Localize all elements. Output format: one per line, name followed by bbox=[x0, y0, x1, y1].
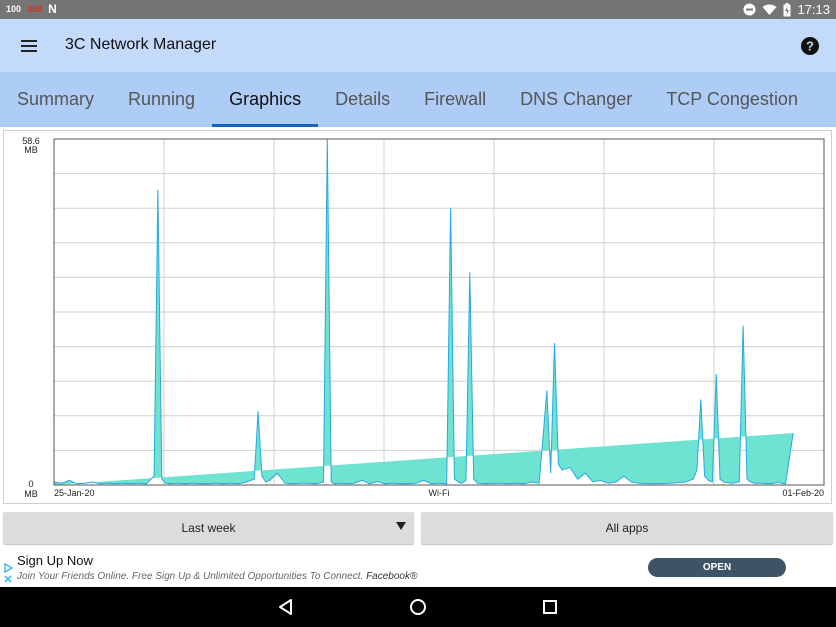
tab-graphics[interactable]: Graphics bbox=[212, 72, 319, 127]
do-not-disturb-icon bbox=[743, 3, 756, 16]
status-left-icons: 100 338 N bbox=[6, 2, 57, 16]
tab-firewall[interactable]: Firewall bbox=[407, 72, 503, 127]
notification-indicator-1: 100 bbox=[6, 3, 22, 14]
chart-controls: Last week All apps bbox=[0, 512, 836, 545]
y-min-unit: MB bbox=[24, 489, 38, 499]
x-end-label: 01-Feb-20 bbox=[782, 488, 824, 498]
help-icon[interactable]: ? bbox=[800, 36, 820, 56]
traffic-chart-card: 58.6 MB 0 MB 25-Jan-20 Wi-Fi 01-Feb-20 bbox=[3, 130, 832, 504]
home-icon[interactable] bbox=[408, 597, 428, 617]
tab-dns-changer[interactable]: DNS Changer bbox=[503, 72, 649, 127]
app-bar: 3C Network Manager ? bbox=[0, 19, 836, 72]
tab-details[interactable]: Details bbox=[318, 72, 407, 127]
ad-banner[interactable]: Sign Up Now Join Your Friends Online. Fr… bbox=[0, 548, 836, 587]
app-title: 3C Network Manager bbox=[65, 36, 217, 53]
ad-choices-icon[interactable] bbox=[3, 562, 14, 588]
svg-text:?: ? bbox=[806, 39, 814, 54]
back-icon[interactable] bbox=[276, 597, 296, 617]
clock: 17:13 bbox=[797, 2, 830, 17]
apps-filter-label: All apps bbox=[605, 521, 649, 535]
period-dropdown[interactable]: Last week bbox=[3, 512, 414, 544]
ad-description-text: Join Your Friends Online. Free Sign Up &… bbox=[17, 571, 364, 582]
apps-filter-button[interactable]: All apps bbox=[421, 512, 833, 544]
ad-title: Sign Up Now bbox=[17, 553, 93, 568]
period-dropdown-label: Last week bbox=[181, 521, 236, 535]
ad-open-button[interactable]: OPEN bbox=[648, 558, 786, 577]
notification-indicator-3: N bbox=[48, 2, 57, 16]
tab-bar: Summary Running Graphics Details Firewal… bbox=[0, 72, 836, 127]
battery-icon bbox=[783, 2, 791, 16]
hamburger-menu-icon[interactable] bbox=[18, 35, 40, 57]
wifi-icon bbox=[762, 4, 777, 15]
tab-running[interactable]: Running bbox=[111, 72, 212, 127]
x-axis-series-label: Wi-Fi bbox=[429, 488, 450, 498]
x-start-label: 25-Jan-20 bbox=[54, 488, 95, 498]
status-right-icons: 17:13 bbox=[743, 2, 830, 17]
y-min-label: 0 bbox=[28, 479, 33, 489]
recents-icon[interactable] bbox=[540, 597, 560, 617]
ad-info-icon bbox=[4, 562, 14, 583]
y-max-unit: MB bbox=[24, 145, 38, 155]
dropdown-arrow-icon bbox=[396, 522, 406, 530]
status-bar: 100 338 N 17:13 bbox=[0, 0, 836, 19]
tab-summary[interactable]: Summary bbox=[0, 72, 111, 127]
system-nav-bar bbox=[0, 587, 836, 627]
ad-description: Join Your Friends Online. Free Sign Up &… bbox=[17, 571, 417, 582]
ad-advertiser: Facebook® bbox=[366, 571, 418, 582]
traffic-chart: 58.6 MB 0 MB 25-Jan-20 Wi-Fi 01-Feb-20 bbox=[22, 136, 825, 499]
traffic-line bbox=[53, 138, 794, 485]
tab-tcp-congestion[interactable]: TCP Congestion bbox=[649, 72, 815, 127]
chart-grid bbox=[54, 139, 824, 485]
notification-indicator-2: 338 bbox=[27, 4, 43, 14]
